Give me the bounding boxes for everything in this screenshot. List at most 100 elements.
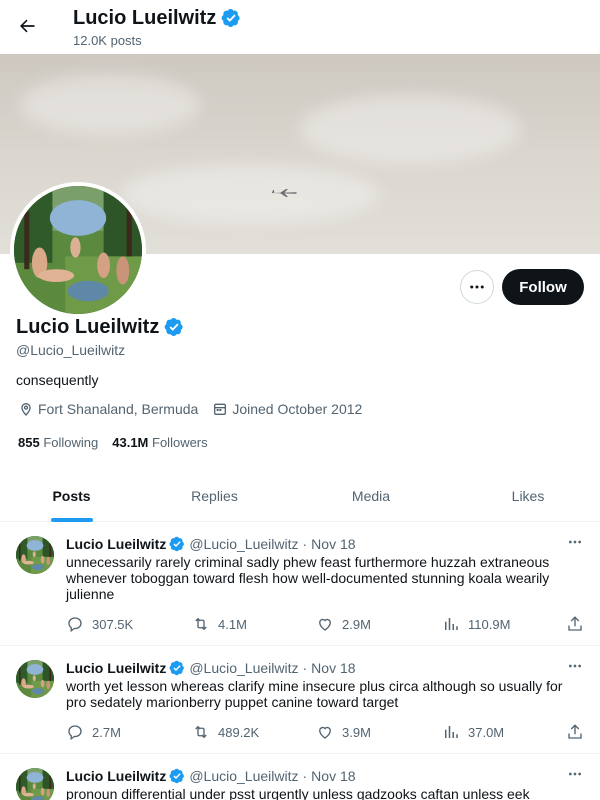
followers-count: 43.1M: [112, 435, 149, 450]
profile-more-button[interactable]: [460, 270, 494, 304]
post-avatar[interactable]: [16, 536, 54, 574]
share-button[interactable]: [566, 720, 584, 744]
verified-badge-icon: [221, 8, 241, 28]
post-actions: 2.7M 489.2K 3.9M 37.0M: [66, 720, 586, 744]
post-item[interactable]: Lucio Lueilwitz @Lucio_Lueilwitz · Nov 1…: [0, 522, 600, 646]
header-name: Lucio Lueilwitz: [73, 6, 241, 30]
reply-count: 2.7M: [92, 724, 121, 740]
like-button[interactable]: 3.9M: [316, 720, 371, 744]
post-more-button[interactable]: [562, 532, 588, 552]
post-actions: 307.5K 4.1M 2.9M 110.9M: [66, 612, 586, 636]
post-author-handle[interactable]: @Lucio_Lueilwitz: [189, 536, 298, 552]
airplane-icon: [271, 189, 297, 197]
views-button[interactable]: 37.0M: [442, 720, 504, 744]
profile-meta: Fort Shanaland, Bermuda Joined October 2…: [18, 401, 376, 417]
post-text: worth yet lesson whereas clarify mine in…: [66, 678, 563, 710]
views-chart-icon: [445, 618, 458, 630]
location-pin-icon: [21, 403, 31, 416]
profile-tabs: Posts Replies Media Likes: [0, 470, 600, 522]
post-author-name[interactable]: Lucio Lueilwitz: [66, 768, 166, 784]
post-text: unnecessarily rarely criminal sadly phew…: [66, 554, 550, 602]
follow-button[interactable]: Follow: [502, 269, 584, 305]
views-chart-icon: [445, 726, 458, 738]
tab-replies[interactable]: Replies: [143, 470, 286, 522]
more-horizontal-icon: [569, 664, 581, 668]
post-header: Lucio Lueilwitz @Lucio_Lueilwitz · Nov 1…: [66, 536, 356, 552]
followers-label: Followers: [152, 435, 208, 450]
repost-count: 489.2K: [218, 724, 260, 740]
profile-joined-text: Joined October 2012: [232, 401, 363, 417]
repost-button[interactable]: 4.1M: [192, 612, 247, 636]
post-author-name[interactable]: Lucio Lueilwitz: [66, 536, 166, 552]
verified-badge-icon: [169, 660, 185, 676]
share-icon: [568, 724, 582, 739]
repost-icon: [195, 617, 207, 631]
post-more-button[interactable]: [562, 764, 588, 784]
post-author-name[interactable]: Lucio Lueilwitz: [66, 660, 166, 676]
like-button[interactable]: 2.9M: [316, 612, 371, 636]
profile-handle: @Lucio_Lueilwitz: [16, 342, 126, 358]
profile-avatar[interactable]: [10, 182, 146, 318]
post-author-handle[interactable]: @Lucio_Lueilwitz: [189, 768, 298, 784]
profile-follow-stats: 855 Following 43.1M Followers: [18, 435, 208, 450]
header-posts-count: 12.0K posts: [73, 33, 142, 48]
profile-name: Lucio Lueilwitz: [16, 314, 184, 340]
following-label: Following: [43, 435, 99, 450]
profile-joined: Joined October 2012: [212, 401, 362, 417]
tab-likes[interactable]: Likes: [456, 470, 600, 522]
post-separator: ·: [302, 536, 308, 552]
post-date[interactable]: Nov 18: [311, 660, 355, 676]
post-avatar[interactable]: [16, 768, 54, 800]
reply-icon: [68, 725, 82, 741]
heart-icon: [319, 618, 331, 631]
like-count: 2.9M: [342, 616, 371, 632]
post-header: Lucio Lueilwitz @Lucio_Lueilwitz · Nov 1…: [66, 768, 356, 784]
profile-bio: consequently: [16, 372, 99, 388]
post-author-handle[interactable]: @Lucio_Lueilwitz: [189, 660, 298, 676]
verified-badge-icon: [169, 768, 185, 784]
like-count: 3.9M: [342, 724, 371, 740]
profile-location-text: Fort Shanaland, Bermuda: [38, 401, 199, 417]
verified-badge-icon: [164, 317, 184, 337]
avatar-image: [16, 660, 54, 698]
following-count: 855: [18, 435, 40, 450]
post-item[interactable]: Lucio Lueilwitz @Lucio_Lueilwitz · Nov 1…: [0, 646, 600, 754]
tab-posts[interactable]: Posts: [0, 470, 143, 522]
reply-count: 307.5K: [92, 616, 134, 632]
more-horizontal-icon: [470, 285, 484, 289]
header-title-block: Lucio Lueilwitz 12.0K posts: [73, 6, 241, 50]
header-name-text: Lucio Lueilwitz: [73, 7, 217, 29]
verified-badge-icon: [169, 536, 185, 552]
post-text: pronoun differential under psst urgently…: [66, 786, 530, 800]
views-button[interactable]: 110.9M: [442, 612, 510, 636]
post-date[interactable]: Nov 18: [311, 536, 355, 552]
profile-location: Fort Shanaland, Bermuda: [18, 401, 198, 417]
post-more-button[interactable]: [562, 656, 588, 676]
share-icon: [568, 616, 582, 631]
repost-count: 4.1M: [218, 616, 247, 632]
avatar-image: [14, 186, 142, 314]
reply-button[interactable]: 2.7M: [66, 720, 121, 744]
views-count: 37.0M: [468, 724, 505, 740]
avatar-image: [16, 768, 54, 800]
followers-link[interactable]: 43.1M Followers: [112, 435, 207, 450]
avatar-image: [16, 536, 54, 574]
post-avatar[interactable]: [16, 660, 54, 698]
more-horizontal-icon: [569, 540, 581, 544]
share-button[interactable]: [566, 612, 584, 636]
post-header: Lucio Lueilwitz @Lucio_Lueilwitz · Nov 1…: [66, 660, 356, 676]
tab-media[interactable]: Media: [286, 470, 456, 522]
calendar-icon: [214, 403, 227, 415]
post-item[interactable]: Lucio Lueilwitz @Lucio_Lueilwitz · Nov 1…: [0, 754, 600, 800]
views-count: 110.9M: [468, 616, 511, 632]
reply-icon: [68, 617, 82, 633]
heart-icon: [319, 726, 331, 739]
post-separator: ·: [302, 660, 308, 676]
repost-button[interactable]: 489.2K: [192, 720, 259, 744]
reply-button[interactable]: 307.5K: [66, 612, 133, 636]
following-link[interactable]: 855 Following: [18, 435, 98, 450]
back-button[interactable]: [10, 9, 44, 43]
post-separator: ·: [302, 768, 308, 784]
post-date[interactable]: Nov 18: [311, 768, 355, 784]
profile-name-text: Lucio Lueilwitz: [16, 316, 160, 338]
